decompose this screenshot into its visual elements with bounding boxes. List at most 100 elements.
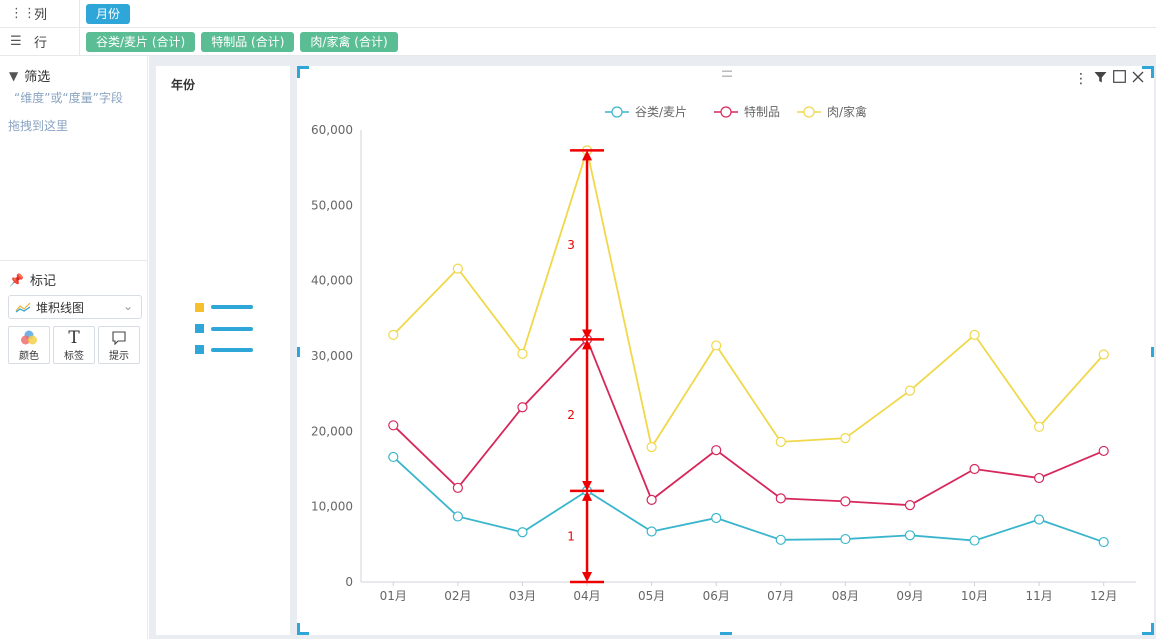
legend-card[interactable]: 年份	[156, 66, 290, 635]
data-point	[452, 263, 463, 274]
chart-type-value: 堆积线图	[36, 300, 85, 315]
text-label-icon: T	[68, 328, 80, 348]
data-point	[388, 451, 399, 463]
line-chart-icon	[15, 302, 31, 313]
filter-hint-line1: “维度”或“度量”字段	[14, 91, 123, 105]
data-point	[1034, 514, 1045, 525]
columns-shelf-label: ⋮⋮⋮ 列	[0, 0, 80, 27]
filter-icon: ▼	[9, 68, 19, 83]
data-point	[840, 433, 851, 444]
data-point	[1098, 536, 1109, 548]
row-pill-specialty[interactable]: 特制品 (合计)	[201, 31, 295, 52]
legend-label: 特制品	[744, 104, 780, 119]
chart-type-select[interactable]: 堆积线图 ⌄	[8, 295, 142, 319]
x-tick-label: 09月	[896, 589, 923, 603]
series-lines	[388, 145, 1109, 548]
left-panel: ▼ 筛选 “维度”或“度量”字段 拖拽到这里 📌 标记 堆积线图 ⌄ 颜色 T …	[0, 56, 148, 639]
row-pill-cereals[interactable]: 谷类/麦片 (合计)	[86, 31, 196, 52]
color-palette-icon	[9, 327, 49, 347]
columns-icon: ⋮⋮⋮	[10, 6, 49, 21]
y-tick-label: 60,000	[311, 123, 353, 137]
x-tick-label: 10月	[961, 589, 988, 603]
label-button[interactable]: T 标签	[53, 326, 95, 364]
legend-label: 肉/家禽	[827, 104, 867, 119]
series-line-1	[392, 456, 1105, 543]
color-button[interactable]: 颜色	[8, 326, 50, 364]
x-tick-label: 08月	[832, 589, 859, 603]
chart-legend: 谷类/麦片 特制品 肉/家禽	[605, 104, 867, 119]
x-tick-label: 01月	[380, 589, 407, 603]
color-button-label: 颜色	[19, 351, 39, 362]
data-point	[969, 535, 980, 546]
data-point	[969, 329, 980, 341]
data-point	[1098, 445, 1109, 457]
legend-marker	[611, 106, 623, 118]
marks-section-title: 📌 标记	[9, 270, 56, 290]
x-tick-label: 06月	[703, 589, 730, 603]
data-point	[775, 493, 786, 504]
legend-card-title: 年份	[171, 78, 196, 92]
columns-shelf: ⋮⋮⋮ 列 月份	[0, 0, 1156, 28]
data-point	[711, 340, 722, 351]
data-point	[969, 463, 980, 475]
annotation-label: 1	[567, 529, 575, 543]
data-point	[646, 442, 657, 453]
data-point	[517, 402, 528, 413]
filter-hint-line2: 拖拽到这里	[8, 119, 69, 133]
data-point	[904, 500, 916, 511]
data-point	[517, 527, 528, 538]
legend-marker	[803, 106, 815, 118]
series-line-2	[392, 337, 1105, 507]
filter-drop-zone[interactable]: “维度”或“度量”字段 拖拽到这里	[8, 84, 123, 140]
annotation-label: 3	[567, 238, 575, 252]
data-point	[517, 348, 528, 359]
x-tick-label: 03月	[509, 589, 536, 603]
x-tick-label: 02月	[444, 589, 471, 603]
tooltip-icon	[99, 327, 139, 347]
rows-shelf: ☰ 行 谷类/麦片 (合计) 特制品 (合计) 肉/家禽 (合计)	[0, 28, 1156, 56]
data-point	[388, 420, 399, 431]
data-point	[452, 482, 463, 493]
legend-item: 特制品	[714, 104, 780, 119]
data-point	[840, 496, 851, 507]
legend-label: 谷类/麦片	[635, 105, 687, 119]
rows-shelf-label: ☰ 行	[0, 28, 80, 55]
data-point	[904, 385, 916, 396]
x-tick-label: 11月	[1025, 589, 1052, 603]
columns-label: 列	[34, 8, 48, 23]
rows-label: 行	[34, 36, 48, 51]
tooltip-button[interactable]: 提示	[98, 326, 140, 364]
data-point	[711, 512, 722, 524]
x-axis: 01月 02月 03月 04月 05月 06月 07月 08月 09月 10月 11月 12月	[361, 581, 1136, 603]
x-tick-label: 05月	[638, 589, 665, 603]
rows-icon: ☰	[10, 34, 22, 49]
data-point	[646, 494, 657, 505]
y-tick-label: 10,000	[311, 500, 353, 514]
y-tick-label: 40,000	[311, 274, 353, 288]
column-pill-month[interactable]: 月份	[86, 3, 131, 24]
y-tick-label: 50,000	[311, 198, 353, 212]
x-tick-label: 12月	[1090, 589, 1117, 603]
legend-marker	[720, 106, 732, 118]
data-point	[711, 445, 722, 456]
stacked-line-chart: 谷类/麦片 特制品 肉/家禽 0 10,000 20,000 30,000 40,000 50…	[311, 104, 1136, 603]
annotation-label: 2	[567, 408, 575, 422]
x-tick-label: 07月	[767, 589, 794, 603]
chart-card[interactable]: — — ⋮ 谷类/麦片 特制品 肉/家禽 0 10,000 20,000 30,000 40,…	[297, 65, 1154, 635]
row-pill-meat[interactable]: 肉/家禽 (合计)	[300, 31, 398, 52]
filter-section-title: ▼ 筛选	[9, 66, 51, 86]
marks-title: 标记	[29, 274, 56, 289]
data-point	[904, 530, 916, 541]
filter-title: 筛选	[24, 70, 51, 85]
chevron-down-icon: ⌄	[122, 299, 133, 313]
divider	[0, 260, 148, 261]
pin-icon: 📌	[9, 272, 24, 287]
data-point	[775, 534, 786, 545]
y-tick-label: 30,000	[311, 349, 353, 363]
y-tick-label: 20,000	[311, 424, 353, 438]
y-axis: 0 10,000 20,000 30,000 40,000 50,000 60,000	[311, 123, 362, 589]
data-point	[388, 329, 399, 341]
data-point	[452, 511, 463, 522]
series-line-3	[392, 146, 1105, 450]
data-point	[1098, 349, 1109, 360]
